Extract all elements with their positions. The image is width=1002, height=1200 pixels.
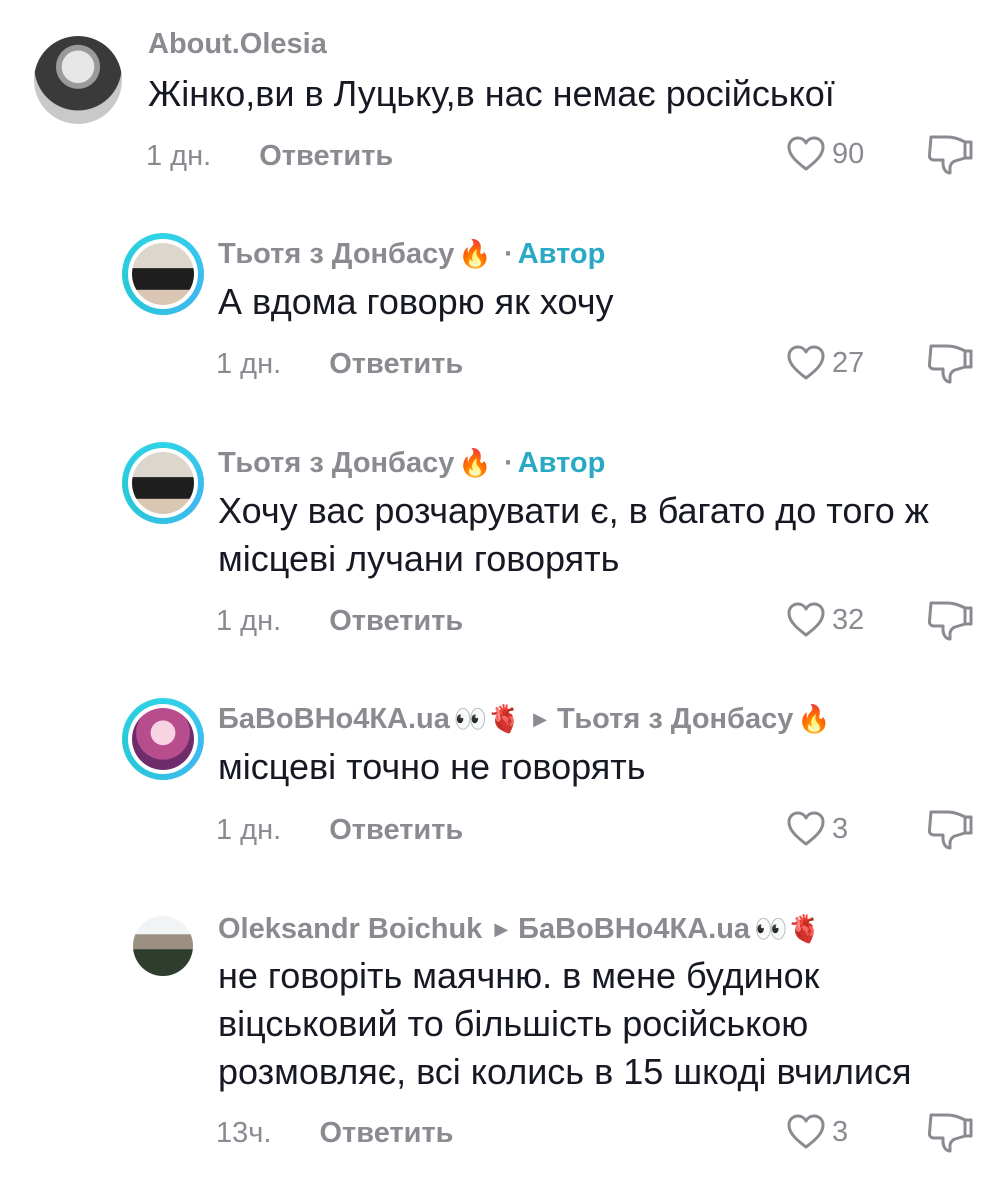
thumbs-down-icon[interactable] — [925, 1110, 973, 1154]
username[interactable]: Тьотя з Донбасу — [218, 238, 454, 270]
thumbs-down-icon[interactable] — [925, 807, 973, 851]
eyes-heart-emoji: 👀🫀 — [453, 704, 522, 734]
username[interactable]: Oleksandr Boichuk — [218, 913, 482, 945]
comment-text: Жінко,ви в Луцьку,в нас немає російської — [148, 73, 835, 114]
comment-meta: 13ч. Ответить — [216, 1115, 454, 1151]
comment-username: БаВоВНо4КА.ua 👀🫀 ▶ Тьотя з Донбасу 🔥 — [218, 701, 831, 737]
username[interactable]: БаВоВНо4КА.ua — [218, 703, 450, 735]
avatar[interactable] — [122, 233, 204, 315]
like-count: 27 — [832, 346, 865, 379]
like-button[interactable]: 32 — [786, 600, 864, 640]
comment-time: 1 дн. — [216, 605, 282, 637]
eyes-heart-emoji: 👀🫀 — [754, 914, 822, 944]
like-button[interactable]: 3 — [786, 809, 848, 849]
comment-meta: 1 дн. Ответить — [216, 346, 463, 382]
triangle-right-icon: ▶ — [533, 709, 547, 729]
username[interactable]: Тьотя з Донбасу — [218, 447, 454, 479]
like-count: 32 — [832, 603, 865, 636]
avatar[interactable] — [122, 698, 204, 780]
comment-time: 13ч. — [216, 1117, 272, 1149]
comment-time: 1 дн. — [146, 140, 212, 172]
reply-button[interactable]: Ответить — [329, 603, 463, 639]
heart-outline-icon — [787, 811, 825, 846]
comment-meta: 1 дн. Ответить — [146, 138, 393, 174]
comment-meta: 1 дн. Ответить — [216, 603, 463, 639]
comment-username: Тьотя з Донбасу 🔥 · Автор — [218, 445, 605, 481]
comment-username: Oleksandr Boichuk ▶ БаВоВНо4КА.ua 👀🫀 — [218, 911, 821, 947]
comment-text: не говоріть маячню. в мене будинок віцсь… — [218, 955, 912, 1092]
avatar[interactable] — [133, 916, 193, 976]
author-badge: Автор — [517, 447, 606, 479]
comment-text: місцеві точно не говорять — [218, 746, 646, 787]
triangle-right-icon: ▶ — [494, 919, 509, 939]
thumbs-down-icon[interactable] — [925, 132, 973, 176]
heart-outline-icon — [787, 602, 825, 637]
heart-outline-icon — [787, 345, 825, 380]
fire-emoji: 🔥 — [458, 239, 492, 269]
like-count: 90 — [832, 137, 865, 170]
like-button[interactable]: 27 — [786, 343, 864, 383]
heart-outline-icon — [787, 1114, 825, 1149]
username[interactable]: About.Olesia — [148, 28, 327, 60]
like-count: 3 — [832, 812, 849, 845]
like-button[interactable]: 90 — [786, 134, 864, 174]
comment-time: 1 дн. — [216, 348, 282, 380]
like-count: 3 — [832, 1115, 849, 1148]
comment-time: 1 дн. — [216, 814, 282, 846]
like-button[interactable]: 3 — [786, 1112, 848, 1152]
avatar[interactable] — [122, 442, 204, 524]
reply-button[interactable]: Ответить — [329, 346, 463, 382]
thumbs-down-icon[interactable] — [925, 598, 973, 642]
reply-button[interactable]: Ответить — [259, 138, 393, 174]
avatar[interactable] — [34, 36, 122, 124]
comment-text: Хочу вас розчарувати є, в багато до того… — [218, 490, 929, 579]
separator: · — [504, 447, 514, 479]
thumbs-down-icon[interactable] — [925, 341, 973, 385]
author-badge: Автор — [517, 238, 606, 270]
comment-meta: 1 дн. Ответить — [216, 812, 463, 848]
heart-outline-icon — [787, 136, 825, 171]
comment-username: Тьотя з Донбасу 🔥 · Автор — [218, 236, 605, 272]
comment-text: А вдома говорю як хочу — [218, 281, 614, 322]
reply-to-username[interactable]: БаВоВНо4КА.ua — [518, 913, 750, 945]
reply-button[interactable]: Ответить — [320, 1115, 454, 1151]
fire-emoji: 🔥 — [458, 448, 492, 478]
reply-button[interactable]: Ответить — [329, 812, 463, 848]
separator: · — [504, 238, 514, 270]
comment-username[interactable]: About.Olesia — [148, 26, 327, 62]
fire-emoji: 🔥 — [797, 704, 831, 734]
reply-to-username[interactable]: Тьотя з Донбасу — [557, 703, 793, 735]
